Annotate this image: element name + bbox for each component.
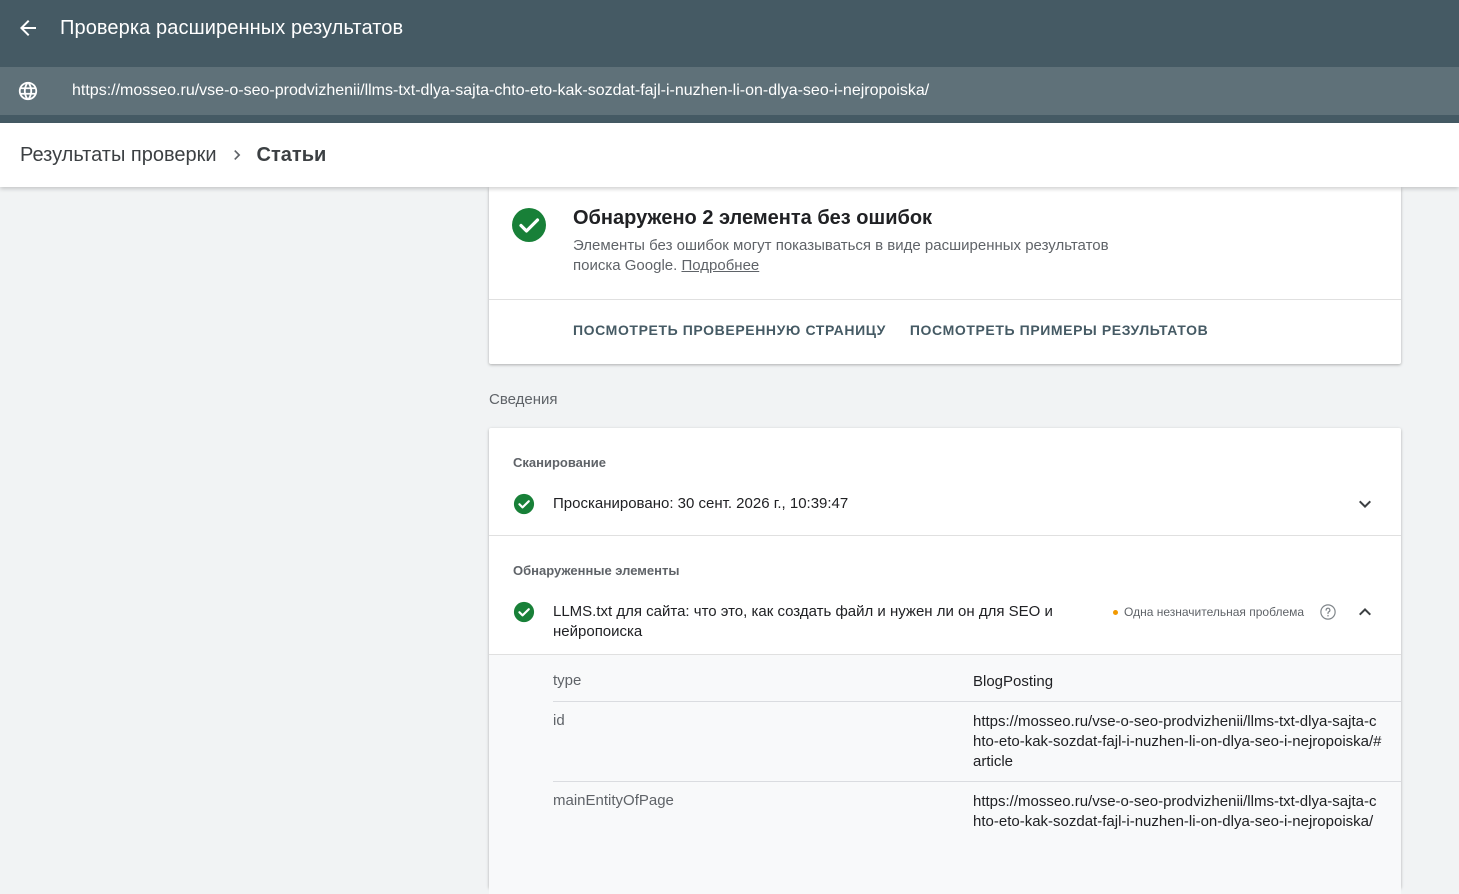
chevron-up-icon[interactable] — [1353, 600, 1377, 629]
divider — [489, 654, 1401, 655]
property-value: https://mosseo.ru/vse-o-seo-prodvizhenii… — [973, 793, 1377, 830]
breadcrumb-parent[interactable]: Результаты проверки — [20, 144, 217, 167]
summary-card: Обнаружено 2 элемента без ошибок Элемент… — [489, 187, 1401, 364]
divider — [489, 299, 1401, 300]
divider — [489, 535, 1401, 536]
divider — [553, 701, 1401, 702]
globe-icon — [0, 67, 56, 115]
detected-item-title[interactable]: LLMS.txt для сайта: что это, как создать… — [553, 602, 1073, 642]
inspected-url: https://mosseo.ru/vse-o-seo-prodvizhenii… — [72, 82, 930, 99]
summary-headline: Обнаружено 2 элемента без ошибок — [573, 207, 933, 229]
check-circle-icon — [513, 601, 535, 628]
url-bar: https://mosseo.ru/vse-o-seo-prodvizhenii… — [0, 56, 1459, 123]
details-card: Сканирование Просканировано: 30 сент. 20… — [489, 428, 1401, 894]
property-key: type — [553, 672, 582, 689]
property-key: id — [553, 712, 565, 729]
properties-table: type BlogPosting id https://mosseo.ru/vs… — [489, 654, 1401, 894]
crawl-status: Просканировано: 30 сент. 2026 г., 10:39:… — [553, 495, 849, 512]
detected-section-title: Обнаруженные элементы — [513, 563, 680, 578]
breadcrumb-current: Статьи — [256, 143, 327, 166]
summary-description-text: Элементы без ошибок могут показываться в… — [573, 237, 1109, 274]
chevron-down-icon[interactable] — [1353, 492, 1377, 521]
help-icon[interactable] — [1319, 603, 1337, 626]
check-circle-icon — [513, 493, 535, 520]
summary-actions: Посмотреть проверенную страницу Посмотре… — [573, 322, 1208, 338]
crawl-section-title: Сканирование — [513, 455, 606, 470]
property-value: BlogPosting — [973, 673, 1054, 690]
arrow-back-icon — [20, 20, 36, 36]
learn-more-link[interactable]: Подробнее — [681, 257, 759, 274]
warning-dot-icon — [1113, 609, 1118, 615]
preview-results-button[interactable]: Посмотреть примеры результатов — [910, 322, 1208, 338]
property-value: https://mosseo.ru/vse-o-seo-prodvizhenii… — [973, 713, 1382, 770]
view-tested-page-button[interactable]: Посмотреть проверенную страницу — [573, 322, 886, 338]
section-label-details: Сведения — [489, 391, 558, 408]
divider — [553, 781, 1401, 782]
app-bar: Проверка расширенных результатов — [0, 0, 1459, 56]
page-title: Проверка расширенных результатов — [60, 16, 404, 39]
chevron-right-icon — [217, 145, 257, 165]
property-key: mainEntityOfPage — [553, 792, 674, 809]
breadcrumb: Результаты проверки Статьи — [0, 123, 1459, 187]
issue-badge: Одна незначительная проблема — [1113, 605, 1304, 619]
check-circle-icon — [511, 207, 547, 248]
back-button[interactable] — [0, 0, 56, 56]
issue-text: Одна незначительная проблема — [1124, 605, 1305, 619]
summary-description: Элементы без ошибок могут показываться в… — [573, 236, 1153, 276]
